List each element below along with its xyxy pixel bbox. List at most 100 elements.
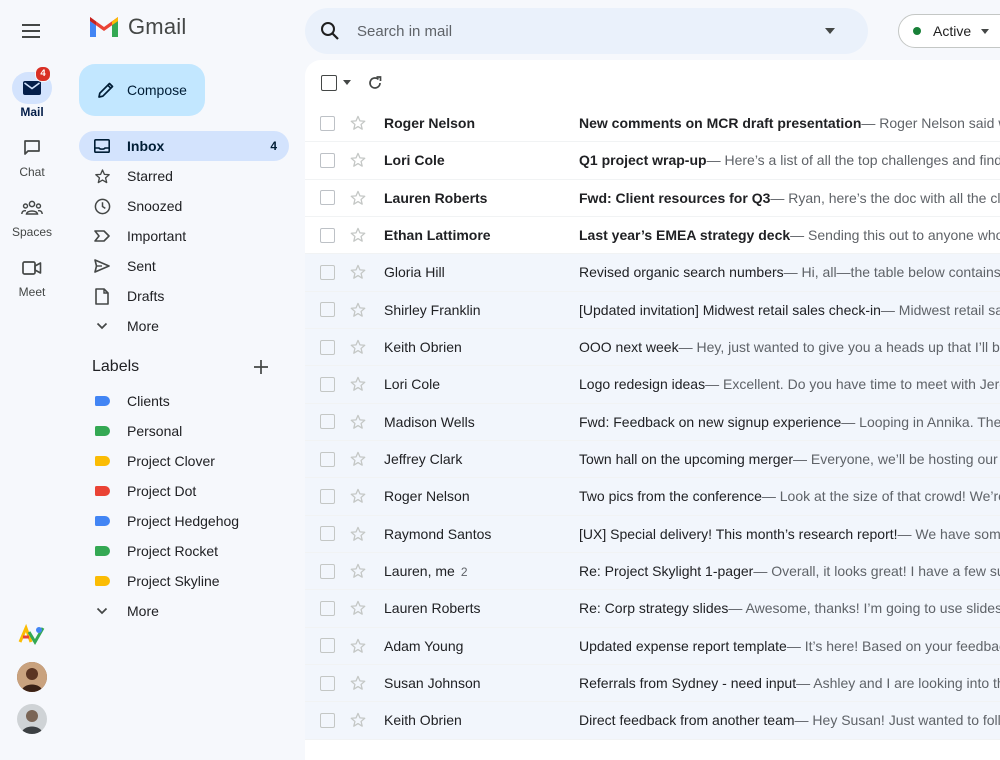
label-item-project-clover[interactable]: Project Clover <box>79 446 289 476</box>
row-checkbox[interactable] <box>320 675 335 691</box>
nav-item-sent[interactable]: Sent <box>79 251 289 281</box>
message-row[interactable]: Madison Wells Fwd: Feedback on new signup… <box>305 403 1000 441</box>
message-row[interactable]: Lauren Roberts Re: Corp strategy slides —… <box>305 590 1000 628</box>
spaces-icon <box>21 200 43 215</box>
user-avatar[interactable] <box>17 662 47 692</box>
message-row[interactable]: Gloria Hill Revised organic search number… <box>305 254 1000 292</box>
star-icon[interactable] <box>349 562 367 580</box>
row-checkbox[interactable] <box>320 376 335 392</box>
select-all-checkbox[interactable] <box>321 74 337 91</box>
label-item-clients[interactable]: Clients <box>79 386 289 416</box>
message-row[interactable]: Raymond Santos [UX] Special delivery! Thi… <box>305 515 1000 553</box>
message-subject: Updated expense report template <box>579 637 787 654</box>
row-checkbox[interactable] <box>320 712 335 728</box>
select-options-caret-icon[interactable] <box>343 80 351 85</box>
message-row[interactable]: Adam Young Updated expense report templat… <box>305 627 1000 665</box>
star-icon[interactable] <box>349 450 367 468</box>
search-icon[interactable] <box>319 20 341 42</box>
star-icon[interactable] <box>349 711 367 729</box>
message-row[interactable]: Susan Johnson Referrals from Sydney - nee… <box>305 664 1000 703</box>
row-checkbox[interactable] <box>320 488 335 504</box>
message-snippet: — Hi, all—the table below contains the <box>783 264 1000 281</box>
mail-icon <box>23 81 41 95</box>
row-checkbox[interactable] <box>320 526 335 542</box>
message-row[interactable]: Roger Nelson New comments on MCR draft pr… <box>305 105 1000 143</box>
star-icon[interactable] <box>349 301 367 319</box>
star-icon[interactable] <box>349 637 367 655</box>
row-checkbox[interactable] <box>320 600 335 616</box>
rail-item-meet[interactable]: Meet <box>0 252 64 299</box>
row-checkbox[interactable] <box>320 152 335 168</box>
gmail-logo[interactable]: Gmail <box>88 14 186 40</box>
message-row[interactable]: Shirley Franklin [Updated invitation] Mid… <box>305 291 1000 329</box>
message-row[interactable]: Keith Obrien Direct feedback from another… <box>305 702 1000 740</box>
rail-item-mail[interactable]: 4 Mail <box>0 66 64 119</box>
status-dropdown[interactable]: Active <box>898 14 1000 48</box>
label-item-personal[interactable]: Personal <box>79 416 289 446</box>
row-checkbox[interactable] <box>320 638 335 654</box>
search-options-button[interactable] <box>819 20 841 42</box>
search-input[interactable] <box>355 21 819 41</box>
refresh-icon[interactable] <box>367 75 383 91</box>
message-row[interactable]: Lori Cole Logo redesign ideas — Excellent… <box>305 366 1000 404</box>
nav-item-more[interactable]: More <box>79 311 289 341</box>
label-item-project-rocket[interactable]: Project Rocket <box>79 536 289 566</box>
star-icon[interactable] <box>349 674 367 692</box>
list-toolbar <box>305 60 1000 105</box>
row-checkbox[interactable] <box>320 264 335 280</box>
label-tag-icon <box>95 456 110 466</box>
message-row[interactable]: Jeffrey Clark Town hall on the upcoming m… <box>305 440 1000 479</box>
nav-item-important[interactable]: Important <box>79 221 289 251</box>
star-icon[interactable] <box>349 151 367 169</box>
nav-item-snoozed[interactable]: Snoozed <box>79 191 289 221</box>
row-checkbox[interactable] <box>320 115 335 131</box>
label-item-project-hedgehog[interactable]: Project Hedgehog <box>79 506 289 536</box>
message-row[interactable]: Lauren Roberts Fwd: Client resources for … <box>305 179 1000 217</box>
message-row[interactable]: Lori Cole Q1 project wrap-up — Here’s a l… <box>305 142 1000 180</box>
message-row[interactable]: Ethan Lattimore Last year’s EMEA strategy… <box>305 216 1000 255</box>
message-sender: Lori Cole <box>384 376 441 393</box>
nav-item-drafts[interactable]: Drafts <box>79 281 289 311</box>
compose-button[interactable]: Compose <box>79 64 205 116</box>
label-name: Project Dot <box>127 483 197 499</box>
message-sender: Lori Cole <box>384 152 445 169</box>
message-subject: New comments on MCR draft presentation <box>579 115 862 132</box>
star-icon[interactable] <box>349 189 367 207</box>
star-icon[interactable] <box>349 226 367 244</box>
navigation-rail: 4 Mail Chat Spaces Meet <box>0 0 64 750</box>
message-row[interactable]: Keith Obrien OOO next week — Hey, just wa… <box>305 328 1000 367</box>
star-icon[interactable] <box>349 525 367 543</box>
contact-avatar[interactable] <box>17 704 47 734</box>
message-snippet: — We have some e <box>897 525 1000 542</box>
star-icon[interactable] <box>349 413 367 431</box>
star-icon[interactable] <box>349 263 367 281</box>
label-item-project-dot[interactable]: Project Dot <box>79 476 289 506</box>
rail-item-chat[interactable]: Chat <box>0 132 64 179</box>
row-checkbox[interactable] <box>320 302 335 318</box>
main-menu-button[interactable] <box>17 16 47 46</box>
star-icon[interactable] <box>349 599 367 617</box>
row-checkbox[interactable] <box>320 451 335 467</box>
nav-item-inbox[interactable]: Inbox 4 <box>79 131 289 161</box>
label-item-project-skyline[interactable]: Project Skyline <box>79 566 289 596</box>
message-row[interactable]: Roger Nelson Two pics from the conference… <box>305 478 1000 516</box>
row-checkbox[interactable] <box>320 339 335 355</box>
thread-count: 2 <box>460 565 468 580</box>
workspace-app-logo[interactable] <box>17 620 47 650</box>
chevron-down-icon <box>96 322 108 330</box>
label-name: Personal <box>127 423 183 439</box>
create-label-button[interactable] <box>250 356 272 378</box>
message-row[interactable]: Lauren, me 2 Re: Project Skylight 1-pager … <box>305 552 1000 591</box>
row-checkbox[interactable] <box>320 563 335 579</box>
labels-more[interactable]: More <box>79 596 289 626</box>
star-icon[interactable] <box>349 487 367 505</box>
star-icon[interactable] <box>349 114 367 132</box>
star-icon[interactable] <box>349 375 367 393</box>
rail-item-spaces[interactable]: Spaces <box>0 192 64 239</box>
message-sender: Lauren, me 2 <box>384 563 468 580</box>
row-checkbox[interactable] <box>320 190 335 206</box>
star-icon[interactable] <box>349 338 367 356</box>
row-checkbox[interactable] <box>320 227 335 243</box>
row-checkbox[interactable] <box>320 414 335 430</box>
nav-item-starred[interactable]: Starred <box>79 161 289 191</box>
